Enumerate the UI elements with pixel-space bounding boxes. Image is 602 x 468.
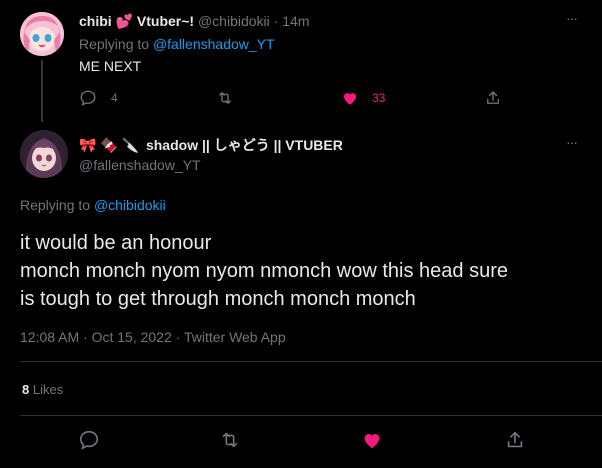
share-icon xyxy=(507,431,523,448)
retweet-icon xyxy=(219,92,231,104)
tweet-time[interactable]: 14m xyxy=(282,13,309,29)
retweet-action[interactable] xyxy=(215,88,235,108)
display-name[interactable]: chibi xyxy=(79,13,112,29)
share-button[interactable] xyxy=(504,429,526,456)
replying-to-handle-link[interactable]: @fallenshadow_YT xyxy=(153,36,275,52)
replying-to-label: Replying to xyxy=(79,36,150,52)
replying-to-handle-link[interactable]: @chibidokii xyxy=(94,197,166,213)
likes-label: Likes xyxy=(32,382,64,397)
reply-tweet[interactable]: chibi 💕 Vtuber~! @chibidokii · 14m ··· R… xyxy=(0,0,602,122)
tweet-text-line: monch monch nyom nyom nmonch wow this he… xyxy=(20,260,509,282)
main-tweet: 🎀 🍫 🔪 shadow || しゃどう || VTUBER @fallensh… xyxy=(0,118,602,468)
display-name[interactable]: shadow || しゃどう || VTUBER xyxy=(146,137,343,153)
tweet-timestamp[interactable]: 12:08 AM · Oct 15, 2022 · Twitter Web Ap… xyxy=(20,329,286,345)
more-options-button[interactable]: ··· xyxy=(566,10,578,26)
share-icon xyxy=(487,91,499,104)
tweet-text-line: is tough to get through monch monch monc… xyxy=(20,288,416,310)
reply-count: 4 xyxy=(111,91,118,105)
share-action[interactable] xyxy=(484,88,502,108)
thread-connector-line xyxy=(41,60,43,122)
avatar-chibi[interactable] xyxy=(20,12,64,56)
reply-icon xyxy=(79,430,99,450)
like-button[interactable] xyxy=(361,429,383,456)
reply-tweet-header: chibi 💕 Vtuber~! @chibidokii · 14m xyxy=(79,13,309,30)
name-emojis: 🎀 🍫 🔪 xyxy=(79,137,140,153)
tweet-text: it would be an honour monch monch nyom n… xyxy=(20,229,508,313)
user-handle[interactable]: @chibidokii xyxy=(198,13,270,29)
separator: · xyxy=(273,13,279,29)
avatar-shadow[interactable] xyxy=(20,130,68,178)
retweet-icon xyxy=(222,432,238,448)
replying-to: Replying to @chibidokii xyxy=(20,197,166,213)
more-options-button[interactable]: ··· xyxy=(566,134,578,150)
user-handle[interactable]: @fallenshadow_YT xyxy=(79,157,201,173)
divider xyxy=(20,361,602,362)
likes-stat[interactable]: 8 Likes xyxy=(22,382,63,397)
divider xyxy=(20,415,602,416)
replying-to-label: Replying to xyxy=(20,197,91,213)
like-action[interactable]: 33 xyxy=(341,88,385,108)
likes-count: 8 xyxy=(22,382,30,397)
display-name-suffix[interactable]: Vtuber~! xyxy=(137,13,194,29)
reply-icon xyxy=(80,90,96,107)
tweet-text-line: it would be an honour xyxy=(20,232,212,254)
heart-icon xyxy=(364,434,380,449)
reply-button[interactable] xyxy=(78,429,100,456)
heart-icon xyxy=(344,93,356,105)
like-count: 33 xyxy=(372,91,386,105)
replying-to: Replying to @fallenshadow_YT xyxy=(79,36,275,52)
tweet-text: ME NEXT xyxy=(79,58,142,74)
reply-action[interactable]: 4 xyxy=(79,88,118,108)
main-tweet-name-row: 🎀 🍫 🔪 shadow || しゃどう || VTUBER xyxy=(79,135,343,155)
retweet-button[interactable] xyxy=(218,429,242,456)
name-emoji-hearts: 💕 xyxy=(115,13,133,29)
